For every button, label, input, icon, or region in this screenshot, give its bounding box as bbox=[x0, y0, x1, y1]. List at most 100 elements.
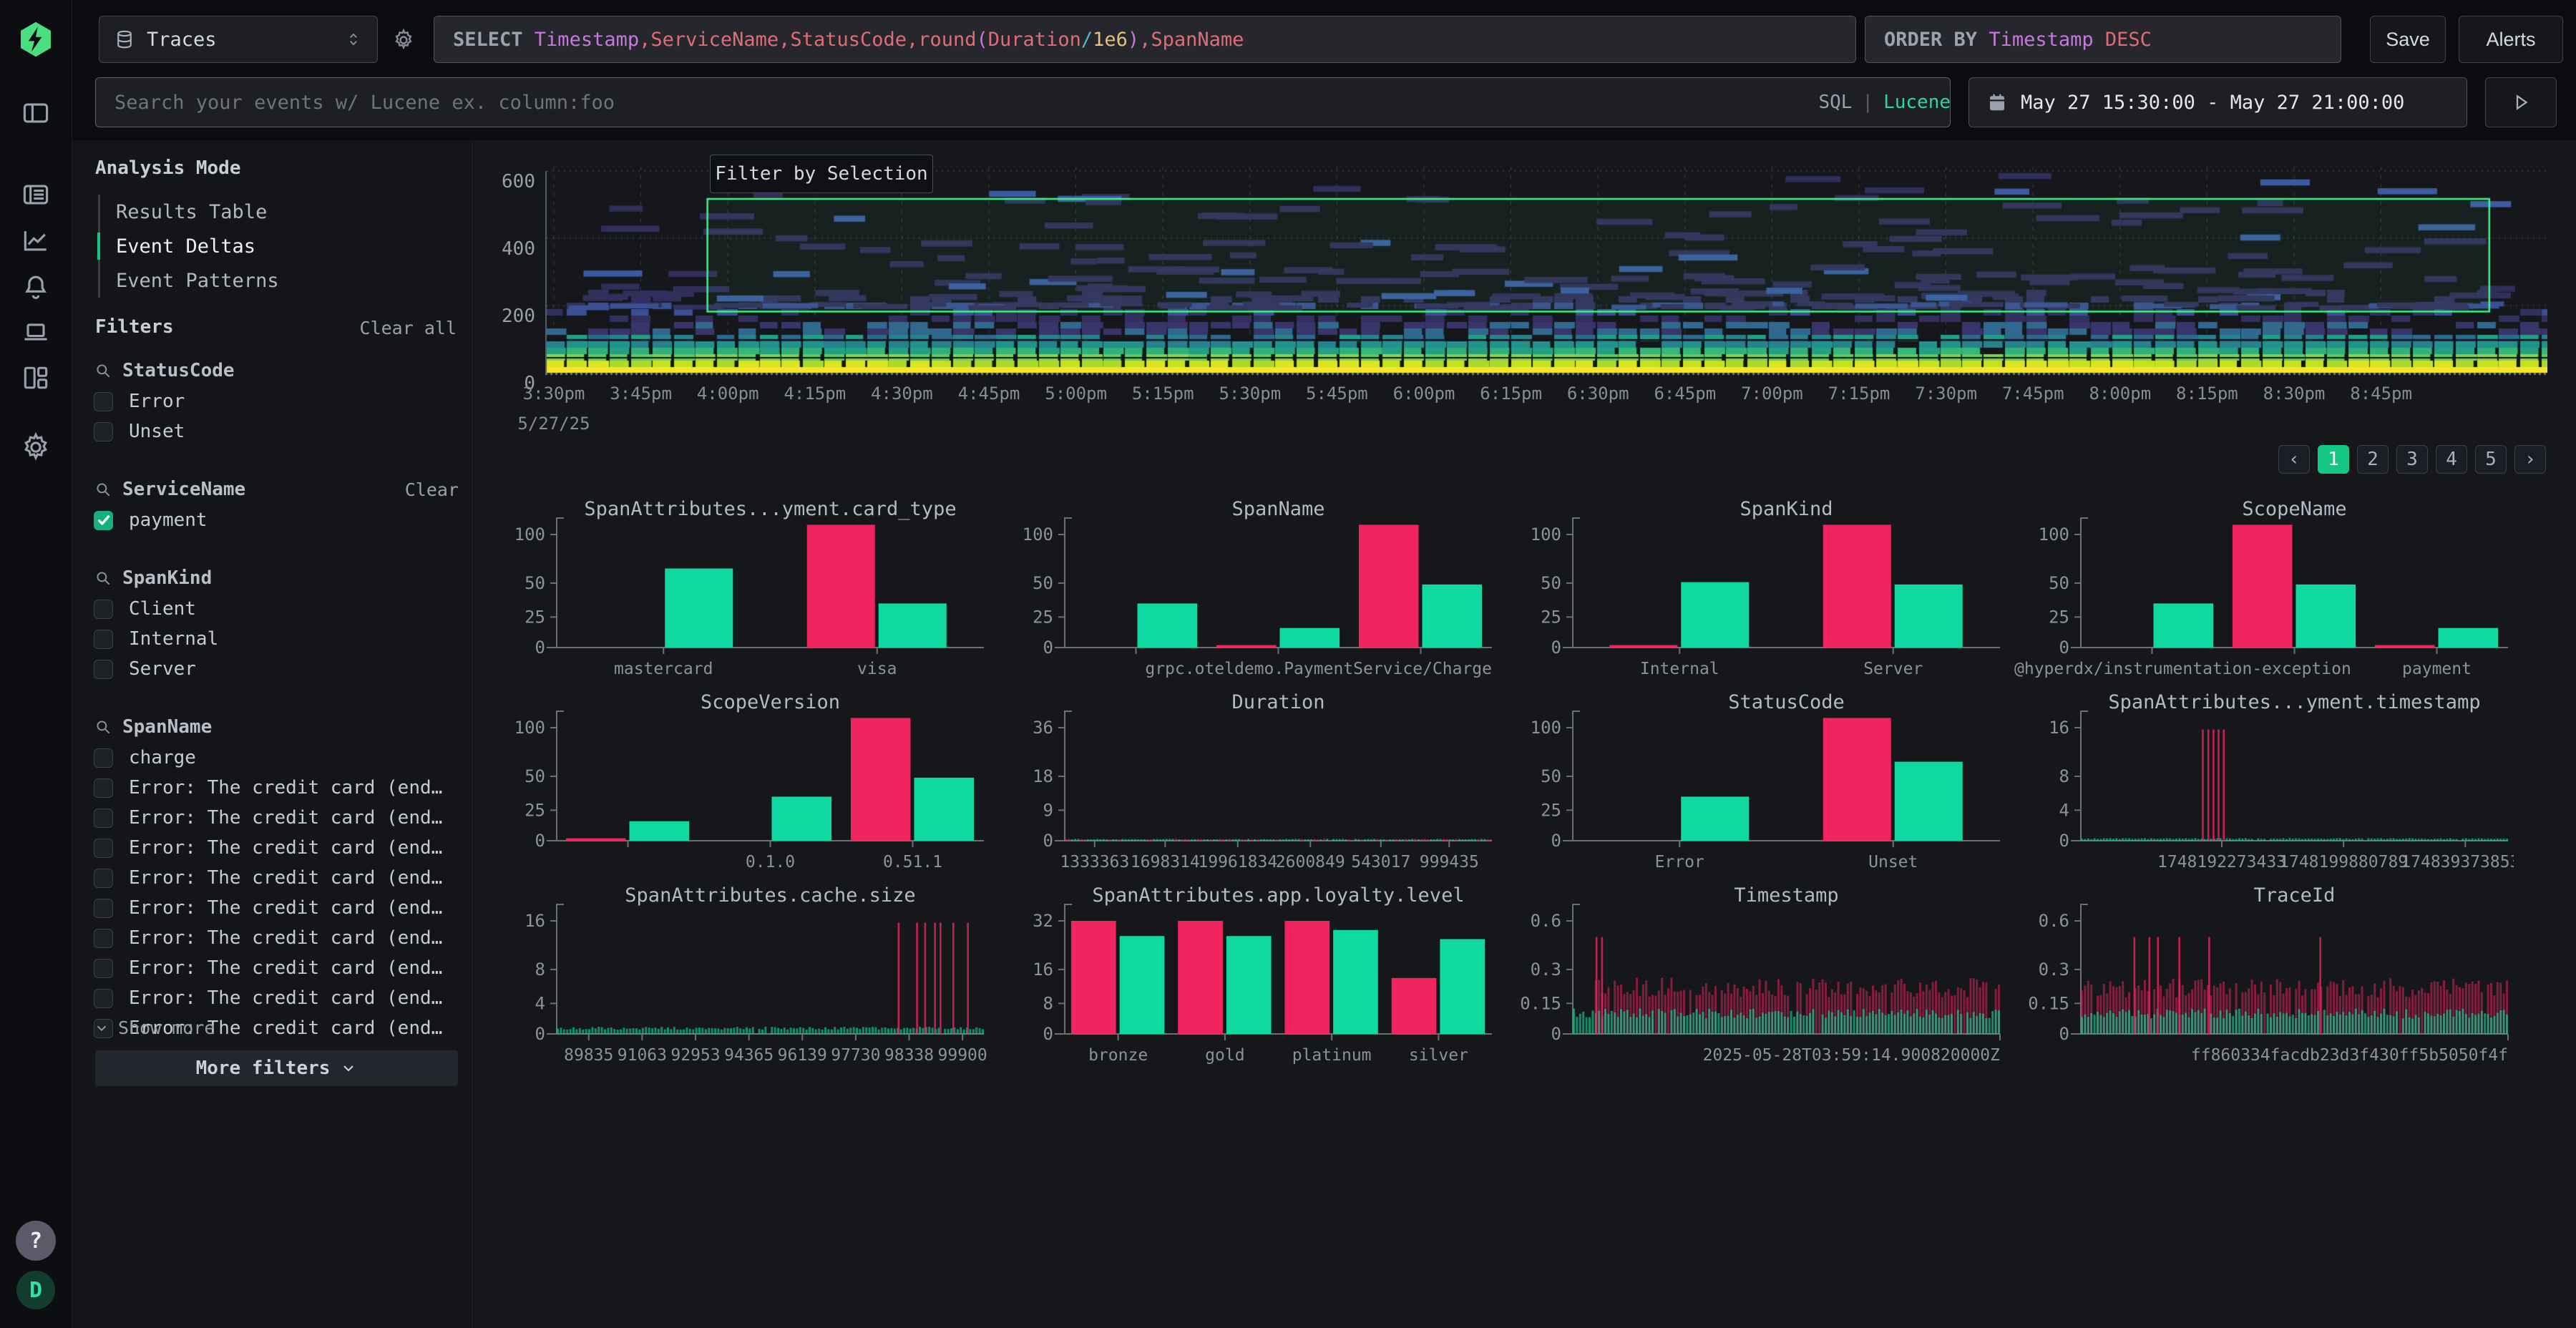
chart-traceid[interactable]: TraceId00.150.30.6ff860334facdb23d3f430f… bbox=[2013, 880, 2521, 1073]
chart-spanattributes-yment-timestamp[interactable]: SpanAttributes...yment.timestamp04816174… bbox=[2013, 687, 2521, 880]
more-filters-button[interactable]: More filters bbox=[95, 1050, 458, 1086]
filter-option[interactable]: Server bbox=[94, 654, 459, 684]
chart-spankind[interactable]: SpanKind02550100InternalServer bbox=[1505, 494, 2013, 687]
bar-outlier[interactable] bbox=[1392, 978, 1437, 1034]
language-toggle[interactable]: SQL | Lucene bbox=[1818, 77, 1951, 127]
bar-inlier[interactable] bbox=[1440, 939, 1485, 1034]
filter-option[interactable]: Error: The credit card (end… bbox=[94, 953, 459, 983]
checkbox-unchecked[interactable] bbox=[94, 600, 113, 619]
clear-all-filters-link[interactable]: Clear all bbox=[360, 318, 457, 338]
chart-timestamp[interactable]: Timestamp00.150.30.62025-05-28T03:59:14.… bbox=[1505, 880, 2013, 1073]
help-button[interactable]: ? bbox=[16, 1221, 56, 1261]
filter-option[interactable]: charge bbox=[94, 743, 459, 773]
run-query-button[interactable] bbox=[2485, 77, 2557, 127]
search-icon[interactable] bbox=[94, 569, 112, 587]
checkbox-unchecked[interactable] bbox=[94, 869, 113, 888]
bar-outlier[interactable] bbox=[1071, 921, 1116, 1034]
show-more-link[interactable]: Show more bbox=[94, 1017, 215, 1038]
bar-outlier[interactable] bbox=[1178, 921, 1223, 1034]
pagination-page-1[interactable]: 1 bbox=[2318, 445, 2349, 474]
events-heatmap[interactable]: 0200400600 3:30pm3:45pm4:00pm4:15pm4:30p… bbox=[474, 140, 2576, 441]
filter-option[interactable]: Error: The credit card (end… bbox=[94, 833, 459, 863]
filter-option[interactable]: Internal bbox=[94, 624, 459, 654]
checkbox-checked[interactable] bbox=[94, 511, 113, 530]
pagination-prev-button[interactable]: ‹ bbox=[2278, 445, 2310, 474]
bar-inlier[interactable] bbox=[630, 821, 690, 841]
checkbox-unchecked[interactable] bbox=[94, 660, 113, 679]
filter-option[interactable]: Unset bbox=[94, 416, 459, 446]
search-logs-icon[interactable] bbox=[20, 179, 52, 210]
checkbox-unchecked[interactable] bbox=[94, 839, 113, 858]
bar-inlier[interactable] bbox=[665, 569, 733, 648]
search-icon[interactable] bbox=[94, 480, 112, 499]
bar-inlier[interactable] bbox=[879, 603, 947, 648]
bar-inlier[interactable] bbox=[1681, 582, 1749, 648]
bar-outlier[interactable] bbox=[1216, 645, 1277, 648]
filter-option[interactable]: Error: The credit card (end… bbox=[94, 773, 459, 803]
sql-select-input[interactable]: SELECT Timestamp,ServiceName,StatusCode,… bbox=[434, 16, 1856, 63]
pagination-page-4[interactable]: 4 bbox=[2436, 445, 2467, 474]
analysis-mode-item-event-deltas[interactable]: Event Deltas bbox=[100, 229, 441, 263]
hyperdx-logo-icon[interactable] bbox=[16, 19, 56, 59]
alerts-button[interactable]: Alerts bbox=[2459, 16, 2563, 63]
bar-inlier[interactable] bbox=[1226, 936, 1272, 1034]
checkbox-unchecked[interactable] bbox=[94, 929, 113, 948]
bar-outlier[interactable] bbox=[807, 524, 875, 648]
bar-outlier[interactable] bbox=[2375, 645, 2435, 648]
analysis-mode-item-results-table[interactable]: Results Table bbox=[100, 195, 441, 229]
pagination-page-3[interactable]: 3 bbox=[2396, 445, 2428, 474]
bar-outlier[interactable] bbox=[1609, 645, 1677, 648]
pagination-page-5[interactable]: 5 bbox=[2475, 445, 2507, 474]
source-settings-gear-icon[interactable] bbox=[391, 27, 416, 56]
bar-inlier[interactable] bbox=[1333, 930, 1378, 1034]
chart-spanattributes-cache-size[interactable]: SpanAttributes.cache.size048168983591063… bbox=[489, 880, 997, 1073]
language-sql-option[interactable]: SQL bbox=[1818, 92, 1852, 113]
bar-inlier[interactable] bbox=[1120, 936, 1165, 1034]
filter-option[interactable]: Error: The credit card (end… bbox=[94, 923, 459, 953]
chart-spanname[interactable]: SpanName02550100grpc.oteldemo.PaymentSer… bbox=[997, 494, 1505, 687]
checkbox-unchecked[interactable] bbox=[94, 899, 113, 918]
bar-inlier[interactable] bbox=[2296, 585, 2356, 648]
search-input[interactable] bbox=[95, 77, 1951, 127]
bar-outlier[interactable] bbox=[1284, 921, 1330, 1034]
search-icon[interactable] bbox=[94, 718, 112, 736]
bar-outlier[interactable] bbox=[2233, 524, 2293, 648]
checkbox-unchecked[interactable] bbox=[94, 422, 113, 441]
user-avatar[interactable]: D bbox=[16, 1271, 55, 1309]
checkbox-unchecked[interactable] bbox=[94, 809, 113, 828]
checkbox-unchecked[interactable] bbox=[94, 959, 113, 978]
team-settings-gear-icon[interactable] bbox=[19, 431, 52, 464]
checkbox-unchecked[interactable] bbox=[94, 989, 113, 1008]
filter-option[interactable]: Client bbox=[94, 594, 459, 624]
order-by-input[interactable]: ORDER BY Timestamp DESC bbox=[1865, 16, 2341, 63]
bar-inlier[interactable] bbox=[914, 778, 975, 841]
checkbox-unchecked[interactable] bbox=[94, 778, 113, 798]
analysis-mode-item-event-patterns[interactable]: Event Patterns bbox=[100, 263, 441, 298]
bar-inlier[interactable] bbox=[1138, 603, 1198, 648]
bar-outlier[interactable] bbox=[1823, 524, 1891, 648]
filter-option[interactable]: Error bbox=[94, 386, 459, 416]
pagination-next-button[interactable]: › bbox=[2514, 445, 2546, 474]
date-range-picker[interactable]: May 27 15:30:00 - May 27 21:00:00 bbox=[1968, 77, 2467, 127]
chart-spanattributes-yment-card-type[interactable]: SpanAttributes...yment.card_type02550100… bbox=[489, 494, 997, 687]
checkbox-unchecked[interactable] bbox=[94, 630, 113, 649]
bar-outlier[interactable] bbox=[566, 839, 626, 841]
alerts-bell-icon[interactable] bbox=[20, 270, 52, 302]
filter-option[interactable]: payment bbox=[94, 505, 459, 535]
filter-option[interactable]: Error: The credit card (end… bbox=[94, 803, 459, 833]
checkbox-unchecked[interactable] bbox=[94, 392, 113, 411]
search-icon[interactable] bbox=[94, 361, 112, 380]
chart-statuscode[interactable]: StatusCode02550100ErrorUnset bbox=[1505, 687, 2013, 880]
bar-inlier[interactable] bbox=[1895, 585, 1963, 648]
save-button[interactable]: Save bbox=[2370, 16, 2446, 63]
filter-group-clear-link[interactable]: Clear bbox=[405, 479, 459, 500]
source-select[interactable]: Traces bbox=[99, 16, 378, 63]
checkbox-unchecked[interactable] bbox=[94, 748, 113, 768]
bar-inlier[interactable] bbox=[1280, 628, 1340, 648]
filter-option[interactable]: Error: The credit card (end… bbox=[94, 893, 459, 923]
sidebar-toggle-icon[interactable] bbox=[20, 97, 52, 129]
sessions-laptop-icon[interactable] bbox=[20, 316, 52, 348]
bar-outlier[interactable] bbox=[1359, 524, 1419, 648]
chart-scopeversion[interactable]: ScopeVersion025501000.1.00.51.1 bbox=[489, 687, 997, 880]
filter-option[interactable]: Error: The credit card (end… bbox=[94, 983, 459, 1013]
